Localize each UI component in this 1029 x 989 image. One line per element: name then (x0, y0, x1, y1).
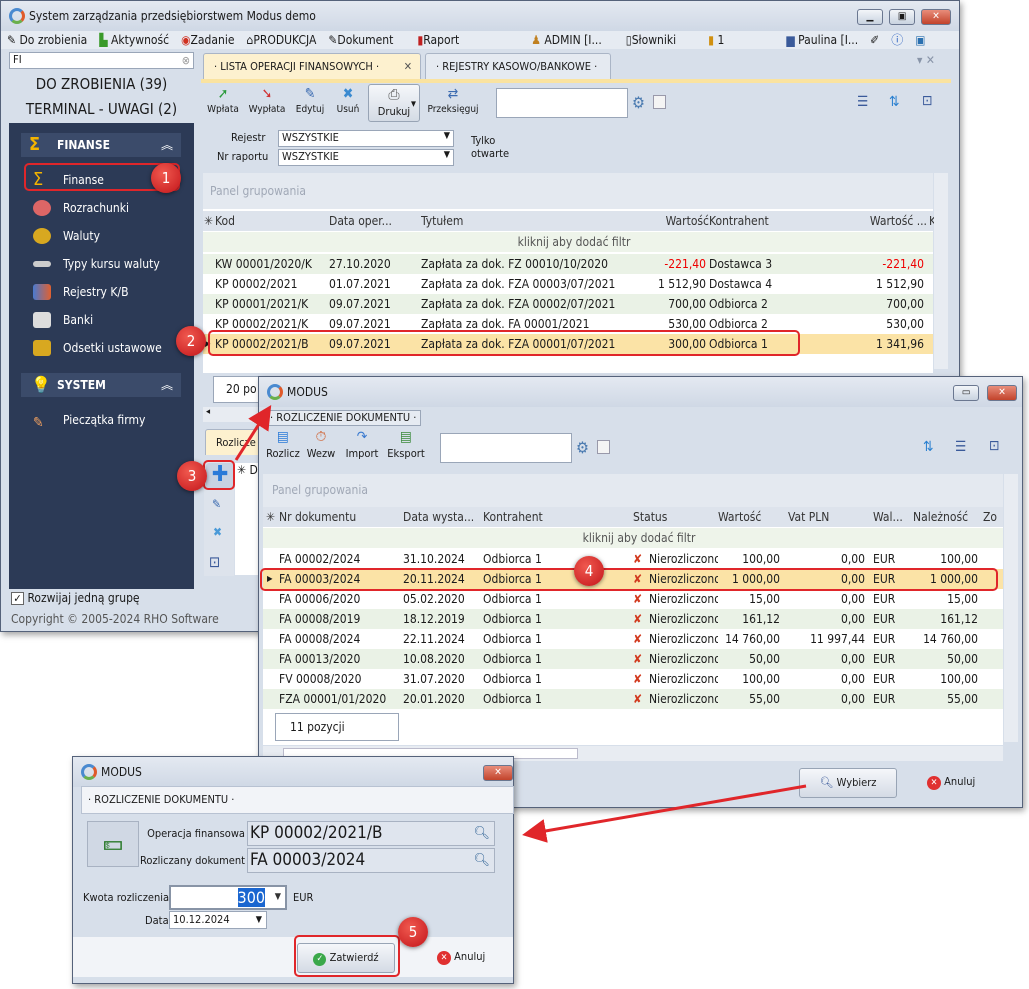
step-badge-3: 3 (177, 461, 207, 491)
arrow-select-to-settle (522, 784, 807, 843)
annotation-arrows (234, 404, 807, 843)
arrow-step3 (234, 404, 272, 461)
step-badge-2: 2 (176, 326, 206, 356)
step-badge-1: 1 (151, 163, 181, 193)
step-badge-5: 5 (398, 917, 428, 947)
step-badge-4: 4 (574, 556, 604, 586)
